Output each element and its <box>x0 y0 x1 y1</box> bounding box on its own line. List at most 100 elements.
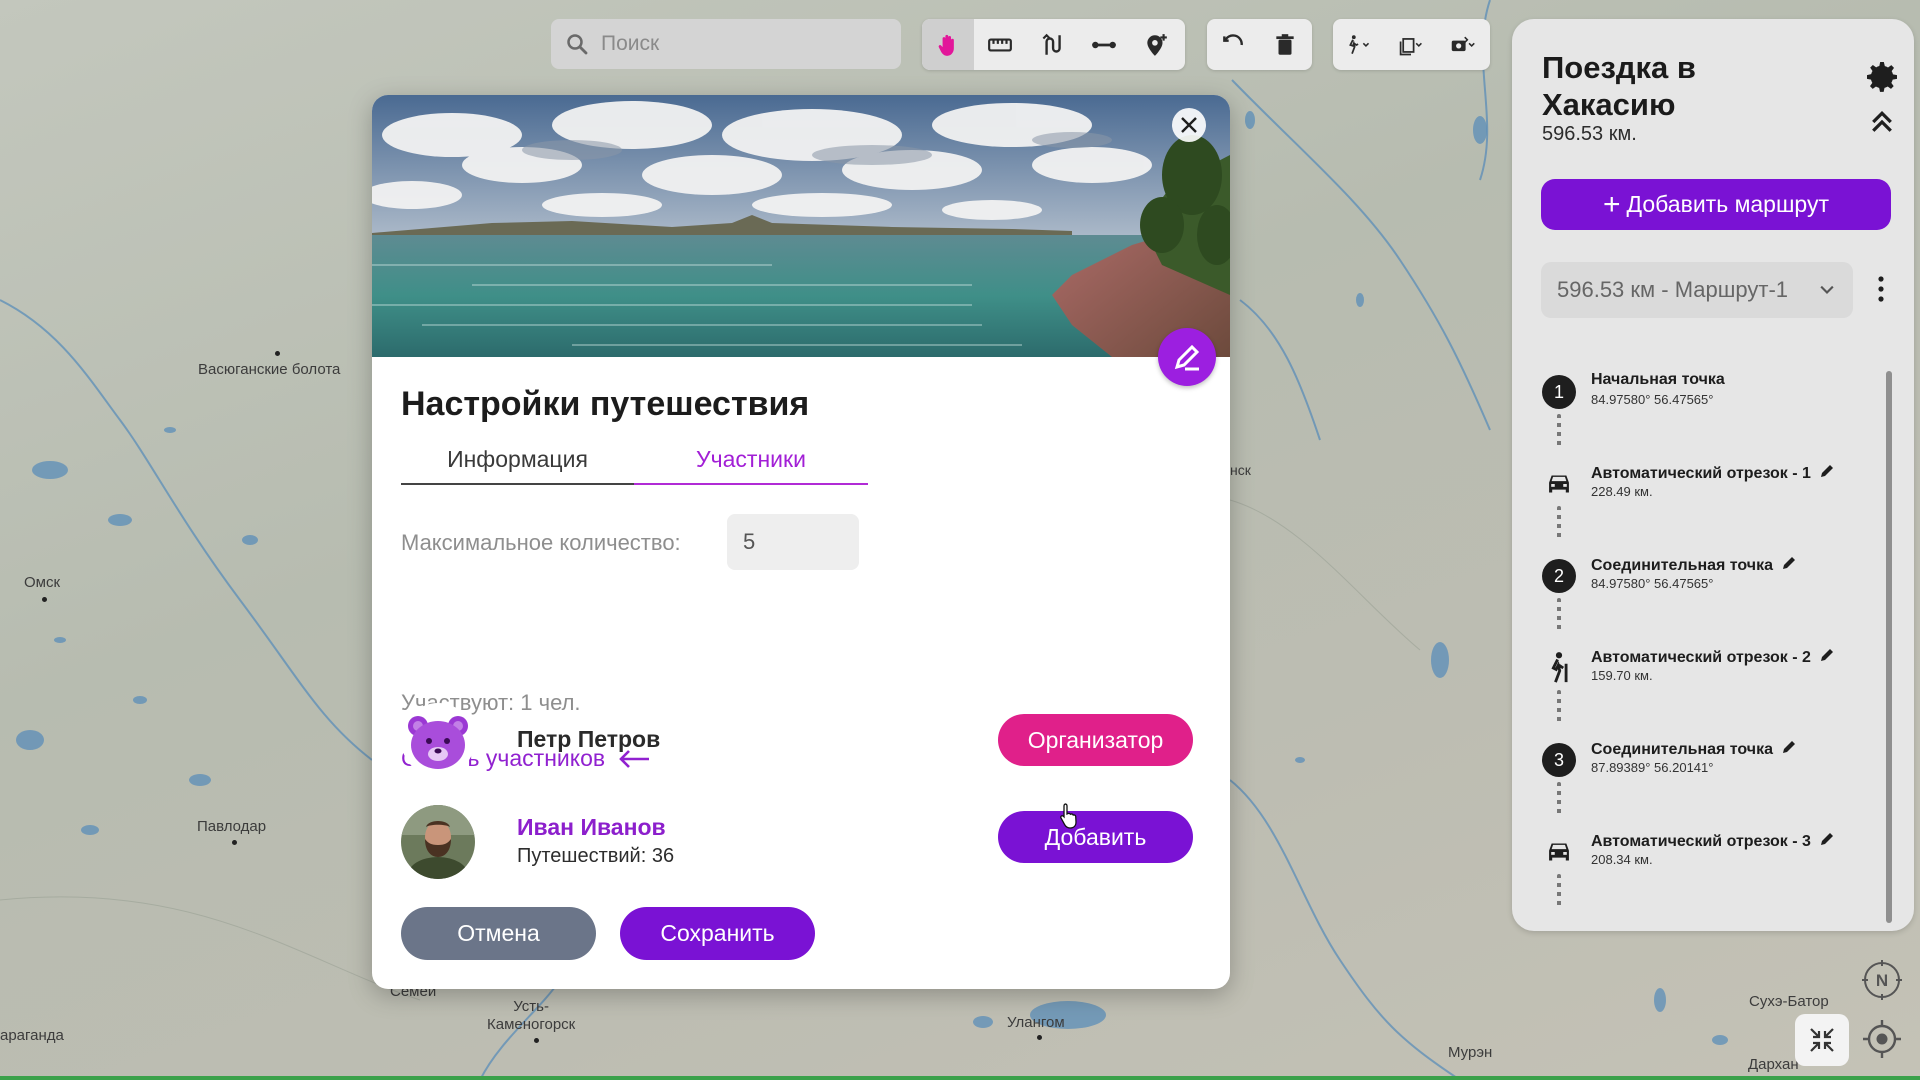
search-box[interactable] <box>551 19 901 69</box>
step-connector <box>1557 690 1561 726</box>
avatar <box>401 805 475 879</box>
route-step-junction-2[interactable]: 2 Соединительная точка 84.97580° 56.4756… <box>1512 553 1892 613</box>
map-label-darkhan: Дархан <box>1748 1056 1799 1073</box>
route-step-segment-1[interactable]: Автоматический отрезок - 1 228.49 км. <box>1512 461 1892 521</box>
step-connector <box>1557 414 1561 450</box>
map-label-ust-kamenogorsk: Усть- Каменогорск <box>487 998 576 1033</box>
participant-name[interactable]: Иван Иванов <box>517 814 666 841</box>
gear-icon[interactable] <box>1862 57 1902 97</box>
step-name: Автоматический отрезок - 2 <box>1591 649 1811 666</box>
pencil-icon[interactable] <box>1819 831 1835 847</box>
trip-settings-modal: Настройки путешествия Информация Участни… <box>372 95 1230 989</box>
step-coordinates: 84.97580° 56.47565° <box>1591 392 1714 407</box>
map-label-pavlodar: Павлодар <box>197 818 267 835</box>
step-distance: 159.70 км. <box>1591 668 1653 683</box>
participant-trips-count: Путешествий: 36 <box>517 845 675 867</box>
step-distance: 228.49 км. <box>1591 484 1653 499</box>
more-options-icon[interactable] <box>1871 271 1891 307</box>
camera-icon <box>1451 36 1475 51</box>
participant-row: Иван Иванов Путешествий: 36 Добавить <box>401 805 1201 879</box>
add-pin-icon <box>1147 33 1167 56</box>
max-participants-label: Максимальное количество: <box>401 530 681 555</box>
participant-row: Петр Петров Организатор <box>401 703 1201 777</box>
transport-mode-dropdown[interactable] <box>1333 19 1385 70</box>
compass-button[interactable]: N <box>1858 956 1906 1004</box>
route-step-start[interactable]: 1 Начальная точка 84.97580° 56.47565° <box>1512 369 1892 429</box>
route-select-value: 596.53 км - Маршрут-1 <box>1557 277 1789 302</box>
pencil-icon[interactable] <box>1819 463 1835 479</box>
collapse-chevron-icon[interactable] <box>1867 107 1897 137</box>
hiker-icon <box>1551 652 1568 683</box>
route-step-segment-2[interactable]: Автоматический отрезок - 2 159.70 км. <box>1512 645 1892 705</box>
route-step-segment-3[interactable]: Автоматический отрезок - 3 208.34 км. <box>1512 829 1892 889</box>
step-number-badge: 1 <box>1542 375 1576 409</box>
step-number-badge: 2 <box>1542 559 1576 593</box>
add-point-tool-button[interactable] <box>1130 19 1182 70</box>
map-label-sukhbaatar: Сухэ-Батор <box>1749 993 1829 1010</box>
ruler-icon <box>988 38 1012 51</box>
close-icon <box>1181 117 1197 133</box>
add-route-label: Добавить маршрут <box>1626 191 1829 217</box>
map-label-ulangom: Улангом <box>1007 1014 1065 1031</box>
participant-name: Петр Петров <box>517 726 661 752</box>
avatar <box>401 703 475 777</box>
organizer-badge-button[interactable]: Организатор <box>998 714 1193 766</box>
map-label-karaganda: араганда <box>0 1027 64 1044</box>
pencil-icon[interactable] <box>1781 555 1797 571</box>
step-number-badge: 3 <box>1542 743 1576 777</box>
trip-cover-photo <box>372 95 1230 357</box>
walker-icon <box>1349 34 1370 54</box>
map-label-murun: Мурэн <box>1448 1044 1493 1061</box>
lake-photo <box>372 95 1230 357</box>
edit-pencil-icon <box>1174 344 1200 371</box>
photo-dropdown[interactable] <box>1437 19 1489 70</box>
route-select[interactable]: 596.53 км - Маршрут-1 <box>1541 262 1853 318</box>
pencil-icon[interactable] <box>1819 647 1835 663</box>
tab-participants[interactable]: Участники <box>634 435 868 485</box>
close-button[interactable] <box>1172 108 1206 142</box>
tab-information[interactable]: Информация <box>401 435 634 485</box>
step-connector <box>1557 782 1561 818</box>
view-tools-group <box>1333 19 1490 70</box>
car-icon <box>1549 843 1569 861</box>
shrink-icon <box>1810 1028 1834 1052</box>
map-bottom-bar <box>0 1076 1920 1080</box>
undo-button[interactable] <box>1207 19 1259 70</box>
layers-icon <box>1399 37 1422 55</box>
collapse-map-button[interactable] <box>1795 1014 1849 1066</box>
map-label-omsk: Омск <box>24 574 61 591</box>
search-icon <box>567 34 588 55</box>
segment-icon <box>1092 41 1116 48</box>
route-tool-button[interactable] <box>1026 19 1078 70</box>
step-name: Соединительная точка <box>1591 557 1773 574</box>
segment-tool-button[interactable] <box>1078 19 1130 70</box>
steps-scrollbar[interactable] <box>1886 371 1892 923</box>
cancel-button[interactable]: Отмена <box>401 907 596 960</box>
max-participants-input[interactable] <box>727 514 859 570</box>
save-button[interactable]: Сохранить <box>620 907 815 960</box>
step-name: Соединительная точка <box>1591 741 1773 758</box>
locate-me-button[interactable] <box>1858 1015 1906 1063</box>
route-step-junction-3[interactable]: 3 Соединительная точка 87.89389° 56.2014… <box>1512 737 1892 797</box>
compass-icon: N <box>1862 960 1902 1000</box>
crosshair-icon <box>1863 1020 1901 1058</box>
ruler-tool-button[interactable] <box>974 19 1026 70</box>
add-participant-button[interactable]: Добавить <box>998 811 1193 863</box>
step-connector <box>1557 598 1561 634</box>
delete-button[interactable] <box>1259 19 1311 70</box>
edit-cover-button[interactable] <box>1158 328 1216 386</box>
user-photo <box>401 805 475 879</box>
plus-icon: + <box>1603 187 1621 221</box>
step-name: Автоматический отрезок - 3 <box>1591 833 1811 850</box>
trip-title: Поездка в Хакасию <box>1542 50 1696 122</box>
search-input[interactable] <box>601 32 881 56</box>
pan-tool-button[interactable] <box>922 19 974 70</box>
map-label-nsk: нск <box>1230 462 1251 478</box>
pencil-icon[interactable] <box>1781 739 1797 755</box>
layers-dropdown[interactable] <box>1385 19 1437 70</box>
modal-title: Настройки путешествия <box>401 385 810 423</box>
edit-tools-group <box>1207 19 1312 70</box>
add-route-button[interactable]: + Добавить маршрут <box>1541 179 1891 230</box>
step-distance: 208.34 км. <box>1591 852 1653 867</box>
step-name: Начальная точка <box>1591 371 1725 388</box>
